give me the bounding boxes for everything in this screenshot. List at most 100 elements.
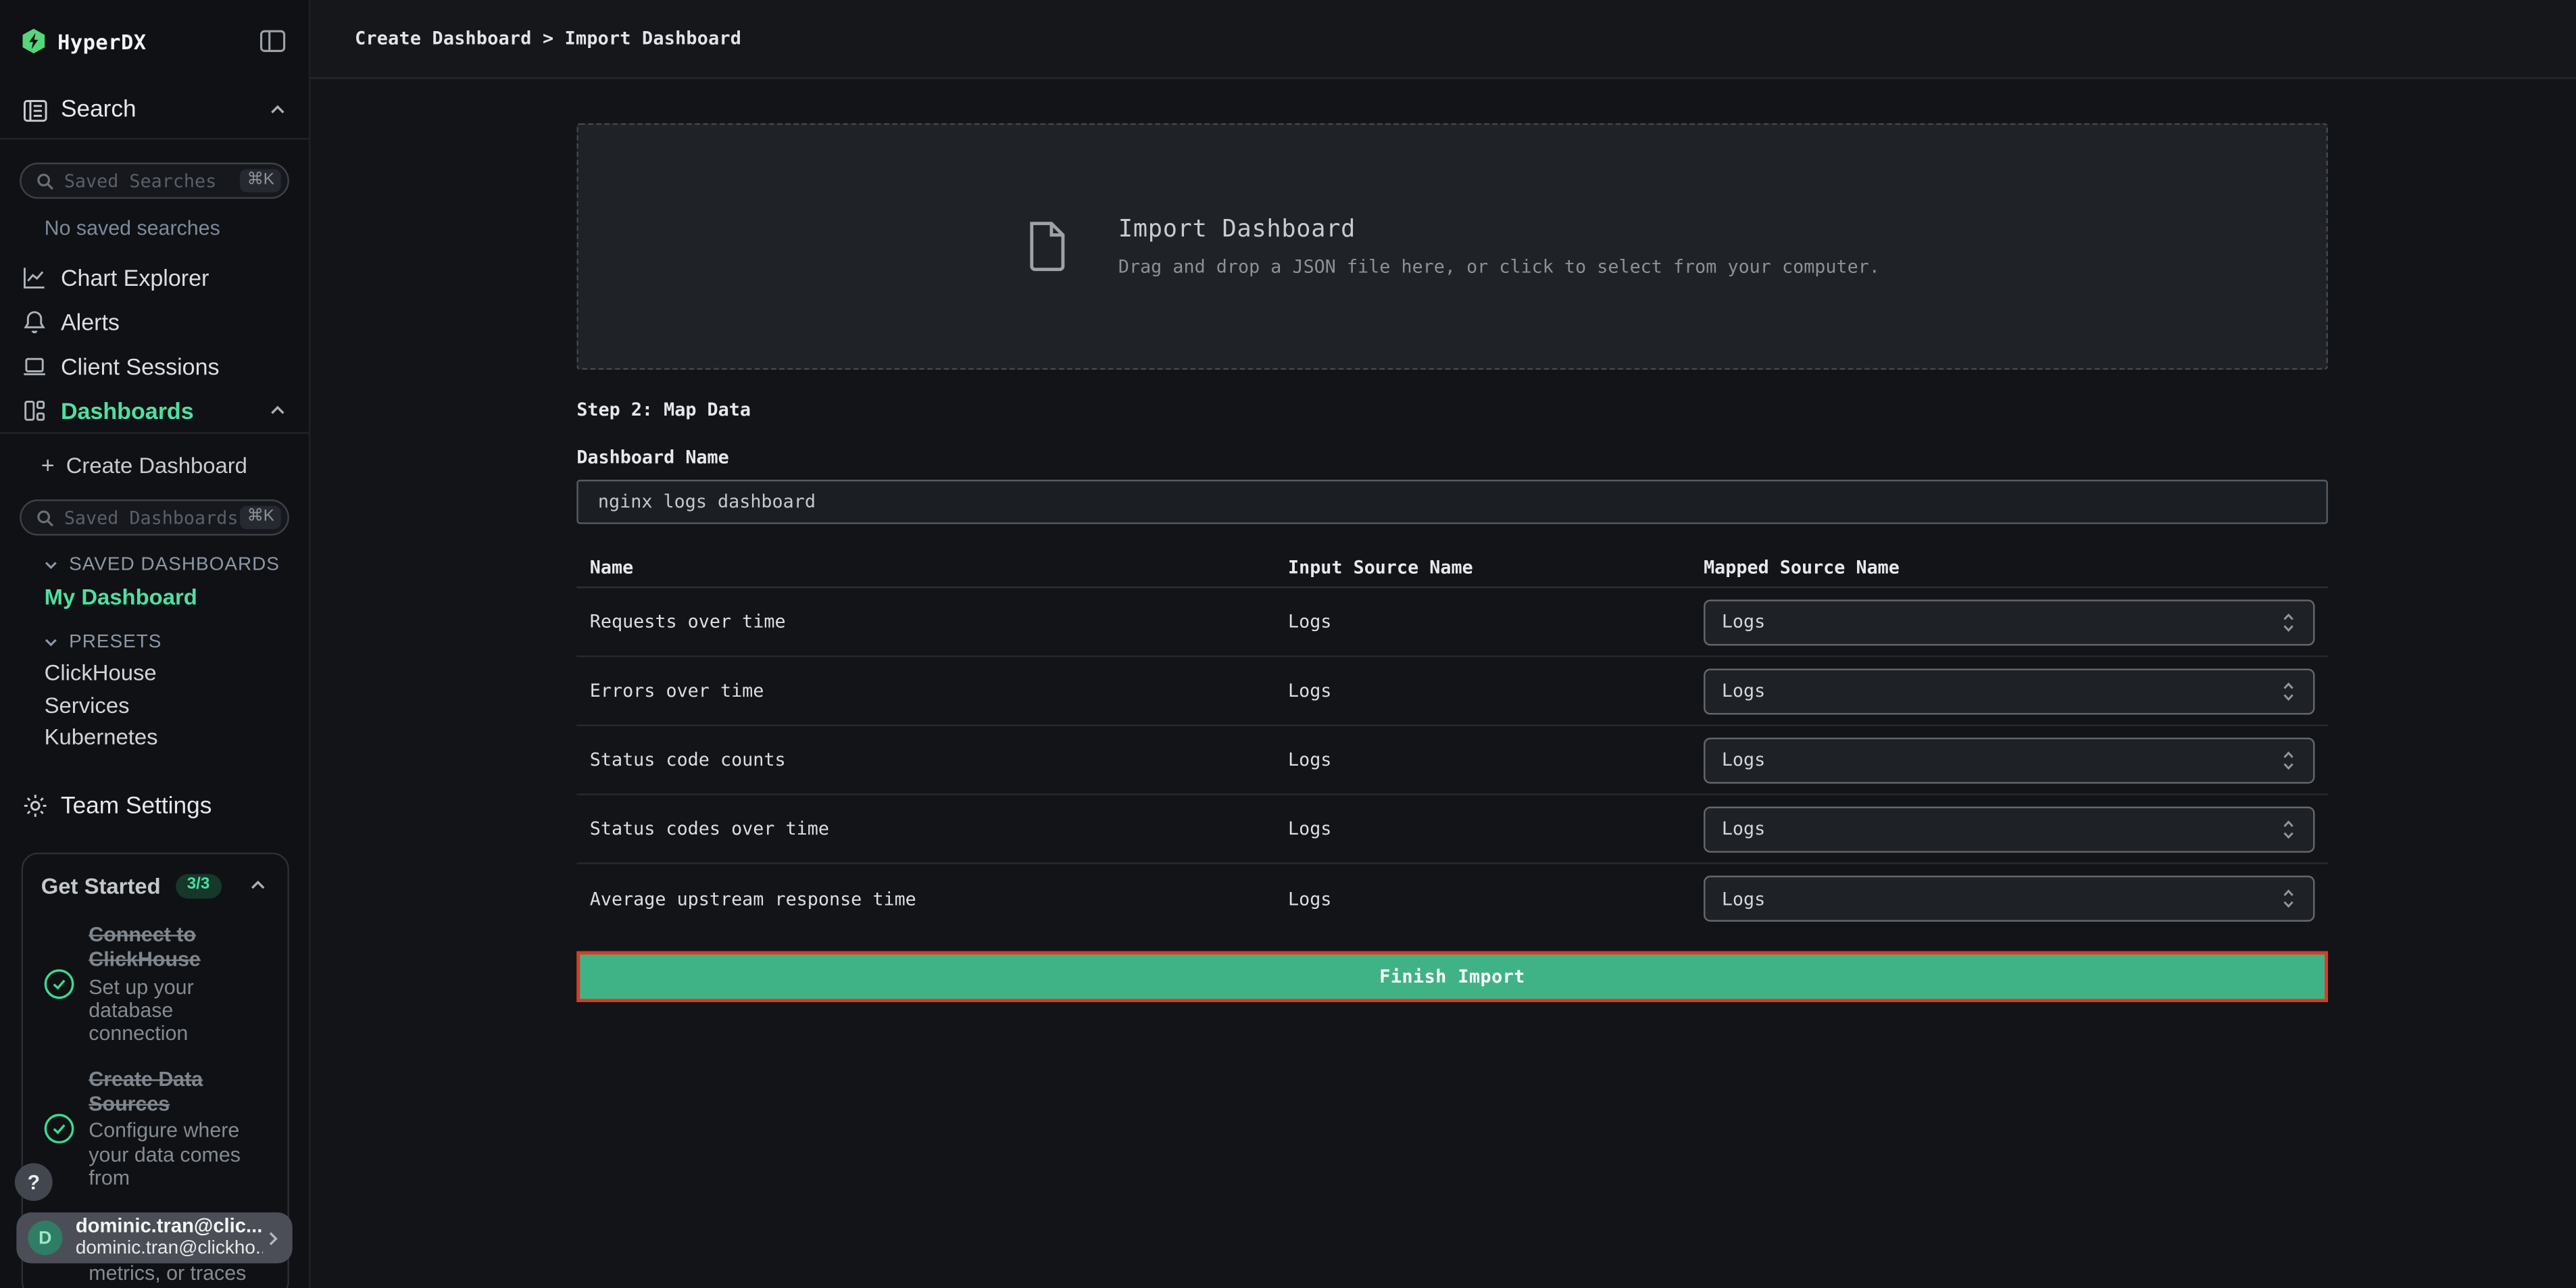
hyperdx-app: HyperDX Search: [0, 0, 2576, 1288]
search-icon: [36, 508, 54, 526]
main-area: Create Dashboard > Import Dashboard Impo…: [310, 0, 2576, 1288]
saved-searches-input[interactable]: Saved Searches ⌘K: [20, 163, 289, 199]
get-started-title: Get Started: [41, 873, 161, 897]
input-source-name: Logs: [1288, 888, 1704, 910]
input-source-name: Logs: [1288, 680, 1704, 701]
saved-dashboards-input[interactable]: Saved Dashboards ⌘K: [20, 499, 289, 535]
logo-row: HyperDX: [0, 0, 309, 82]
topbar: Create Dashboard > Import Dashboard: [310, 0, 2576, 79]
input-source-name: Logs: [1288, 611, 1704, 633]
check-circle-icon: [43, 1112, 76, 1145]
file-icon: [1024, 220, 1067, 273]
mapped-source-select[interactable]: Logs: [1704, 806, 2314, 851]
table-header-row: Name Input Source Name Mapped Source Nam…: [576, 547, 2328, 589]
chevron-up-icon: [268, 400, 287, 420]
presets-header: PRESETS: [69, 633, 162, 652]
input-source-name: Logs: [1288, 749, 1704, 771]
sidebar-item-label: Alerts: [61, 308, 120, 335]
col-header-input-source: Input Source Name: [1288, 556, 1704, 578]
chevron-up-icon: [248, 876, 268, 895]
mapped-source-select[interactable]: Logs: [1704, 737, 2314, 783]
checklist-item-desc: Set up your database connection: [89, 975, 278, 1046]
shortcut-badge: ⌘K: [241, 169, 281, 192]
chart-name: Requests over time: [576, 611, 1288, 633]
user-name: dominic.tran@clic...: [76, 1216, 263, 1239]
chart-name: Status code counts: [576, 749, 1288, 771]
sidebar-item-my-dashboard[interactable]: My Dashboard: [0, 580, 309, 613]
checklist-item-connect[interactable]: Connect to ClickHouse Set up your databa…: [41, 923, 278, 1045]
dropzone-text: Import Dashboard Drag and drop a JSON fi…: [1118, 216, 1880, 277]
search-section-label: Search: [61, 97, 137, 123]
select-chevrons-icon: [2280, 610, 2296, 633]
table-row: Status code counts Logs Logs: [576, 726, 2328, 795]
checklist-item-title: Create Data Sources: [89, 1067, 278, 1117]
select-chevrons-icon: [2280, 748, 2296, 771]
dropzone-title: Import Dashboard: [1118, 216, 1880, 243]
sidebar-item-team-settings[interactable]: Team Settings: [0, 778, 309, 834]
create-dashboard-button[interactable]: + Create Dashboard: [0, 434, 309, 496]
bell-icon: [22, 308, 48, 335]
hyperdx-logo-icon[interactable]: [22, 28, 46, 54]
user-email: dominic.tran@clickho...: [76, 1239, 263, 1260]
col-header-name: Name: [576, 556, 1288, 578]
saved-dashboards-section-toggle[interactable]: SAVED DASHBOARDS: [0, 550, 309, 580]
sidebar-item-label: Dashboards: [61, 397, 194, 423]
checklist-item-sources[interactable]: Create Data Sources Configure where your…: [41, 1067, 278, 1189]
sidebar-item-clickhouse[interactable]: ClickHouse: [0, 657, 309, 689]
saved-dashboards-placeholder: Saved Dashboards: [64, 507, 241, 528]
mapped-source-select[interactable]: Logs: [1704, 876, 2314, 922]
brand-name: HyperDX: [57, 29, 147, 53]
sidebar-item-kubernetes[interactable]: Kubernetes: [0, 721, 309, 753]
select-chevrons-icon: [2280, 679, 2296, 702]
sidebar-item-chart-explorer[interactable]: Chart Explorer: [0, 255, 309, 299]
checklist-item-title: Connect to ClickHouse: [89, 923, 278, 973]
chevron-up-icon: [268, 100, 287, 120]
file-dropzone[interactable]: Import Dashboard Drag and drop a JSON fi…: [576, 123, 2328, 370]
sidebar-collapse-icon[interactable]: [258, 26, 288, 56]
table-row: Status codes over time Logs Logs: [576, 795, 2328, 864]
user-menu[interactable]: D dominic.tran@clic... dominic.tran@clic…: [16, 1212, 292, 1263]
dashboard-name-label: Dashboard Name: [576, 447, 2576, 468]
chevron-right-icon: [263, 1228, 282, 1247]
select-chevrons-icon: [2280, 887, 2296, 910]
chevron-down-icon: [43, 634, 59, 650]
sidebar-item-alerts[interactable]: Alerts: [0, 299, 309, 343]
col-header-mapped-source: Mapped Source Name: [1704, 556, 2328, 578]
mapped-source-select[interactable]: Logs: [1704, 668, 2314, 714]
get-started-header[interactable]: Get Started 3/3: [41, 869, 278, 902]
team-settings-label: Team Settings: [61, 793, 212, 819]
progress-badge: 3/3: [176, 873, 222, 897]
sidebar-nav: Chart Explorer Alerts Cl: [0, 255, 309, 432]
help-button[interactable]: ?: [15, 1163, 53, 1201]
search-section-icon: [22, 96, 49, 124]
divider: [0, 138, 309, 139]
sidebar-item-client-sessions[interactable]: Client Sessions: [0, 343, 309, 388]
mapped-source-select[interactable]: Logs: [1704, 599, 2314, 645]
shortcut-badge: ⌘K: [241, 506, 281, 529]
plus-icon: +: [41, 452, 55, 478]
dashboard-name-input[interactable]: [576, 480, 2328, 524]
table-row: Errors over time Logs Logs: [576, 657, 2328, 726]
presets-list: ClickHouse Services Kubernetes: [0, 657, 309, 753]
checklist-item-desc: Configure where your data comes from: [89, 1119, 278, 1190]
finish-import-button[interactable]: Finish Import: [576, 951, 2328, 1002]
chart-icon: [22, 264, 48, 290]
mapping-table: Name Input Source Name Mapped Source Nam…: [576, 547, 2328, 933]
sidebar-section-search[interactable]: Search: [0, 82, 309, 139]
sidebar-item-services[interactable]: Services: [0, 689, 309, 721]
laptop-icon: [22, 352, 48, 378]
sidebar-item-dashboards[interactable]: Dashboards: [0, 388, 309, 432]
check-circle-icon: [43, 968, 76, 1001]
create-dashboard-label: Create Dashboard: [66, 453, 247, 477]
dashboard-grid-icon: [22, 397, 48, 423]
gear-icon: [22, 792, 49, 820]
sidebar-item-label: Client Sessions: [61, 352, 220, 378]
saved-searches-placeholder: Saved Searches: [64, 170, 241, 192]
search-icon: [36, 172, 54, 190]
dropzone-subtitle: Drag and drop a JSON file here, or click…: [1118, 255, 1880, 277]
select-chevrons-icon: [2280, 817, 2296, 840]
saved-dashboards-header: SAVED DASHBOARDS: [69, 555, 280, 575]
presets-section-toggle[interactable]: PRESETS: [0, 628, 309, 658]
breadcrumb[interactable]: Create Dashboard > Import Dashboard: [355, 28, 741, 49]
import-page: Import Dashboard Drag and drop a JSON fi…: [310, 79, 2576, 1002]
